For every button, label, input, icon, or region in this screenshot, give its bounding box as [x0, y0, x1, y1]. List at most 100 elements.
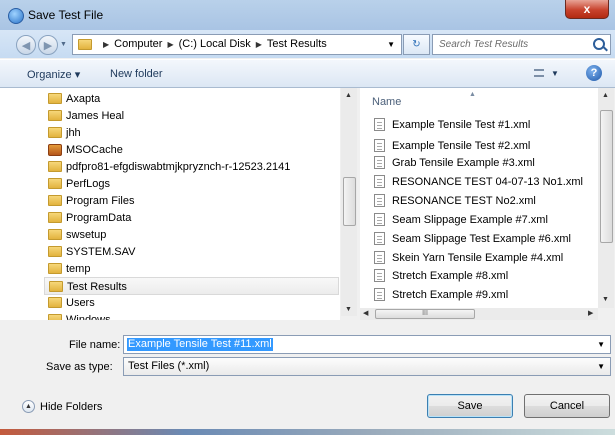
xml-file-icon [374, 288, 385, 301]
nav-item-label: SYSTEM.SAV [66, 246, 136, 258]
folder-icon [48, 212, 62, 223]
column-header-name[interactable]: Name [372, 96, 401, 108]
chevron-right-icon[interactable]: ▶ [256, 40, 262, 49]
nav-item-users[interactable]: Users [44, 294, 339, 312]
folder-icon [48, 229, 62, 240]
organize-button[interactable]: Organize ▾ [27, 68, 80, 81]
breadcrumb: ▶ Computer ▶ (C:) Local Disk ▶ Test Results [98, 35, 327, 54]
folder-icon [48, 93, 62, 104]
nav-item-perflogs[interactable]: PerfLogs [44, 175, 339, 193]
folder-icon [48, 297, 62, 308]
sort-ascending-icon: ▲ [469, 91, 476, 98]
folder-icon [48, 161, 62, 172]
file-list-scroll-thumb[interactable] [600, 110, 613, 243]
search-input[interactable] [439, 37, 589, 52]
nav-pane-scroll-thumb[interactable] [343, 177, 356, 226]
file-name-field[interactable]: Example Tensile Test #11.xml ▼ [123, 335, 611, 354]
breadcrumb-local-disk[interactable]: (C:) Local Disk [179, 38, 251, 50]
file-list: ▲ Name Example Tensile Test #1.xml Examp… [360, 88, 598, 308]
chevron-down-icon[interactable]: ▼ [387, 35, 395, 54]
special-folder-icon [48, 144, 62, 156]
file-name-label: File name: [69, 339, 121, 351]
nav-item-test-results[interactable]: Test Results [44, 277, 339, 295]
chevron-right-icon: ▶ [103, 40, 110, 49]
nav-item-pdfpro[interactable]: pdfpro81-efgdiswabtmjkpryznch-r-12523.21… [44, 158, 339, 176]
scroll-down-arrow-icon[interactable]: ▼ [602, 296, 609, 303]
file-name-label: RESONANCE TEST No2.xml [392, 195, 536, 207]
window-title: Save Test File [28, 8, 104, 22]
help-icon[interactable]: ? [586, 65, 602, 81]
navigation-pane: Axapta James Heal jhh MSOCache pdfpro81-… [0, 88, 340, 320]
nav-item-jhh[interactable]: jhh [44, 124, 339, 142]
save-as-type-label: Save as type: [46, 361, 113, 373]
nav-item-msocache[interactable]: MSOCache [44, 141, 339, 159]
xml-file-icon [374, 213, 385, 226]
nav-item-system-sav[interactable]: SYSTEM.SAV [44, 243, 339, 261]
chevron-down-icon[interactable]: ▼ [597, 358, 605, 375]
address-bar[interactable]: ▶ Computer ▶ (C:) Local Disk ▶ Test Results ▼ [72, 34, 402, 55]
scroll-down-arrow-icon[interactable]: ▼ [345, 306, 352, 313]
forward-button[interactable]: ▶ [38, 35, 58, 55]
cancel-button[interactable]: Cancel [524, 394, 610, 418]
xml-file-icon [374, 139, 385, 152]
xml-file-icon [374, 156, 385, 169]
close-button[interactable]: x [565, 0, 609, 19]
save-button[interactable]: Save [427, 394, 513, 418]
folder-icon [48, 127, 62, 138]
folder-icon [48, 110, 62, 121]
nav-item-temp[interactable]: temp [44, 260, 339, 278]
file-name-label: Skein Yarn Tensile Example #4.xml [392, 252, 564, 264]
file-name-label: Example Tensile Test #1.xml [392, 119, 531, 131]
file-name-label: Grab Tensile Example #3.xml [392, 157, 535, 169]
file-name-label: RESONANCE TEST 04-07-13 No1.xml [392, 176, 583, 188]
history-dropdown-icon[interactable]: ▼ [60, 41, 67, 48]
file-name-input[interactable]: Example Tensile Test #11.xml [127, 338, 273, 351]
xml-file-icon [374, 251, 385, 264]
breadcrumb-computer[interactable]: Computer [114, 38, 162, 50]
xml-file-icon [374, 175, 385, 188]
breadcrumb-test-results[interactable]: Test Results [267, 38, 327, 50]
horizontal-scroll-thumb[interactable]: III [375, 309, 475, 319]
folder-icon [48, 314, 62, 320]
folder-icon [48, 195, 62, 206]
nav-item-label: Windows [66, 314, 111, 320]
file-name-label: Stretch Example #9.xml [392, 289, 509, 301]
nav-item-program-files[interactable]: Program Files [44, 192, 339, 210]
chevron-right-icon[interactable]: ▶ [167, 40, 173, 49]
nav-item-axapta[interactable]: Axapta [44, 90, 339, 108]
refresh-button[interactable]: ↻ [403, 34, 430, 55]
nav-item-windows[interactable]: Windows [44, 311, 339, 320]
xml-file-icon [374, 232, 385, 245]
scroll-up-arrow-icon[interactable]: ▲ [345, 92, 352, 99]
xml-file-icon [374, 194, 385, 207]
nav-item-james-heal[interactable]: James Heal [44, 107, 339, 125]
nav-item-label: swsetup [66, 229, 107, 241]
nav-item-label: PerfLogs [66, 178, 111, 190]
taskbar-edge [0, 429, 615, 435]
folder-icon [48, 178, 62, 189]
scroll-up-arrow-icon[interactable]: ▲ [602, 92, 609, 99]
nav-item-label: temp [66, 263, 91, 275]
nav-item-label: Axapta [66, 93, 101, 105]
back-button[interactable]: ◀ [16, 35, 36, 55]
scroll-left-arrow-icon[interactable]: ◀ [363, 309, 368, 317]
scrollbar-corner [598, 308, 614, 320]
search-icon[interactable] [593, 38, 605, 50]
title-bar: Save Test File x [0, 0, 615, 30]
chevron-down-icon[interactable]: ▼ [551, 69, 559, 78]
app-icon [8, 8, 24, 24]
chevron-down-icon[interactable]: ▼ [597, 336, 605, 353]
file-name-label: Example Tensile Test #2.xml [392, 140, 531, 152]
save-as-type-value: Test Files (*.xml) [128, 360, 210, 372]
nav-item-swsetup[interactable]: swsetup [44, 226, 339, 244]
search-box[interactable] [432, 34, 611, 55]
nav-item-programdata[interactable]: ProgramData [44, 209, 339, 227]
xml-file-icon [374, 118, 385, 131]
save-as-type-select[interactable]: Test Files (*.xml) ▼ [123, 357, 611, 376]
nav-item-label: MSOCache [66, 144, 123, 156]
view-options-icon[interactable] [534, 69, 544, 77]
hide-folders-label: Hide Folders [40, 401, 103, 413]
nav-item-label: Users [66, 297, 95, 309]
scroll-right-arrow-icon[interactable]: ▶ [588, 309, 593, 317]
new-folder-button[interactable]: New folder [110, 68, 163, 80]
